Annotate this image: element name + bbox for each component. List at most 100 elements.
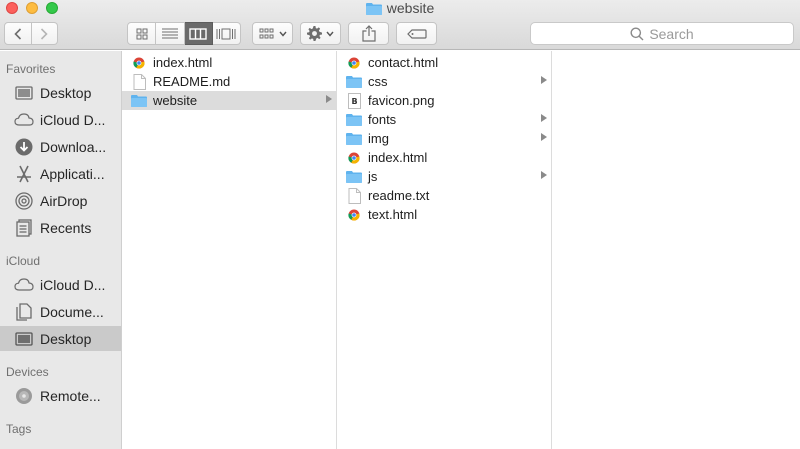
documents-icon — [14, 302, 34, 322]
folder-row[interactable]: img — [337, 129, 551, 148]
browser-column-1: index.html README.md website — [122, 51, 337, 449]
file-row[interactable]: index.html — [122, 53, 336, 72]
disclosure-arrow-icon — [541, 114, 547, 122]
file-name: readme.txt — [368, 188, 430, 203]
icon-view-button[interactable] — [127, 22, 157, 45]
chevron-right-icon — [41, 27, 48, 40]
sidebar-item-label: Desktop — [40, 330, 92, 347]
sidebar-item-label: Applicati... — [40, 165, 105, 182]
sidebar-item-label: iCloud D... — [40, 111, 106, 128]
folder-icon — [346, 131, 362, 147]
chrome-doc-icon — [346, 207, 362, 223]
file-row[interactable]: text.html — [337, 205, 551, 224]
folder-row[interactable]: css — [337, 72, 551, 91]
browser-column-3[interactable] — [552, 51, 800, 449]
view-mode-control — [127, 22, 241, 45]
sidebar-item-documents[interactable]: Docume... — [0, 299, 121, 324]
search-field[interactable]: Search — [530, 22, 794, 45]
tag-icon — [406, 28, 427, 39]
column-view-button[interactable] — [184, 22, 213, 45]
disclosure-arrow-icon — [541, 133, 547, 141]
disc-icon — [14, 386, 34, 406]
file-name: text.html — [368, 207, 418, 222]
folder-icon — [131, 93, 147, 109]
file-name: README.md — [153, 74, 231, 89]
desktop-icon — [14, 83, 34, 103]
file-row[interactable]: contact.html — [337, 53, 551, 72]
folder-row-selected[interactable]: website — [122, 91, 336, 110]
sidebar-item-desktop[interactable]: Desktop — [0, 80, 121, 105]
disclosure-arrow-icon — [326, 95, 332, 103]
sidebar-item-label: Docume... — [40, 303, 104, 320]
file-name: index.html — [153, 55, 213, 70]
sidebar-item-label: AirDrop — [40, 192, 88, 209]
sidebar-item-recents[interactable]: Recents — [0, 215, 121, 240]
action-menu-button[interactable] — [300, 22, 341, 45]
sidebar: Favorites Desktop iCloud D... Downloa...… — [0, 51, 122, 449]
sidebar-item-applications[interactable]: Applicati... — [0, 161, 121, 186]
group-icon — [259, 28, 273, 38]
svg-text:B: B — [351, 97, 357, 106]
blank-doc-icon — [131, 73, 147, 90]
sidebar-heading-favorites: Favorites — [6, 62, 56, 76]
cloud-icon — [14, 275, 34, 295]
folder-icon — [365, 2, 382, 18]
folder-row[interactable]: js — [337, 167, 551, 186]
file-name: index.html — [368, 150, 428, 165]
airdrop-icon — [14, 191, 34, 211]
folder-icon — [346, 112, 362, 128]
folder-icon — [346, 169, 362, 185]
search-placeholder: Search — [649, 25, 694, 42]
share-button[interactable] — [348, 22, 389, 45]
chevron-down-icon — [326, 31, 334, 37]
sidebar-heading-icloud: iCloud — [6, 254, 41, 268]
tags-button[interactable] — [396, 22, 437, 45]
chrome-doc-icon — [346, 55, 362, 71]
sidebar-item-label: Downloa... — [40, 138, 107, 155]
sidebar-item-remote-disc[interactable]: Remote... — [0, 383, 121, 408]
sidebar-heading-tags: Tags — [6, 422, 32, 436]
download-icon — [14, 137, 34, 157]
forward-button[interactable] — [31, 22, 58, 45]
list-view-button[interactable] — [156, 22, 185, 45]
gallery-view-button[interactable] — [212, 22, 241, 45]
share-icon — [361, 25, 376, 42]
list-view-icon — [161, 28, 178, 39]
disclosure-arrow-icon — [541, 76, 547, 84]
sidebar-item-label: Recents — [40, 219, 92, 236]
image-doc-icon: B — [346, 92, 362, 109]
file-row[interactable]: index.html — [337, 148, 551, 167]
group-by-button[interactable] — [252, 22, 293, 45]
file-row[interactable]: README.md — [122, 72, 336, 91]
desktop-icon — [14, 329, 34, 349]
file-row[interactable]: readme.txt — [337, 186, 551, 205]
folder-name: css — [368, 74, 388, 89]
gear-icon — [307, 26, 322, 41]
file-row[interactable]: B favicon.png — [337, 91, 551, 110]
sidebar-item-icloud-drive[interactable]: iCloud D... — [0, 272, 121, 297]
chevron-down-icon — [278, 31, 287, 37]
disclosure-arrow-icon — [541, 171, 547, 179]
file-name: favicon.png — [368, 93, 435, 108]
back-button[interactable] — [4, 22, 32, 45]
folder-name: js — [368, 169, 378, 184]
sidebar-item-desktop-icloud[interactable]: Desktop — [0, 326, 121, 351]
title-bar: website Search — [0, 0, 800, 50]
sidebar-item-icloud-drive[interactable]: iCloud D... — [0, 107, 121, 132]
folder-icon — [346, 74, 362, 90]
browser-column-2: contact.html css B favicon.png fonts img… — [337, 51, 552, 449]
sidebar-item-downloads[interactable]: Downloa... — [0, 134, 121, 159]
folder-name: img — [368, 131, 389, 146]
icon-view-icon — [136, 28, 148, 39]
applications-icon — [14, 164, 34, 184]
window-title: website — [0, 0, 800, 18]
folder-row[interactable]: fonts — [337, 110, 551, 129]
file-name: contact.html — [368, 55, 439, 70]
sidebar-item-label: Desktop — [40, 84, 92, 101]
navigation-buttons — [4, 22, 58, 45]
gallery-view-icon — [216, 28, 236, 39]
sidebar-item-airdrop[interactable]: AirDrop — [0, 188, 121, 213]
chevron-left-icon — [14, 27, 21, 40]
folder-name: website — [153, 93, 198, 108]
sidebar-item-label: Remote... — [40, 387, 101, 404]
